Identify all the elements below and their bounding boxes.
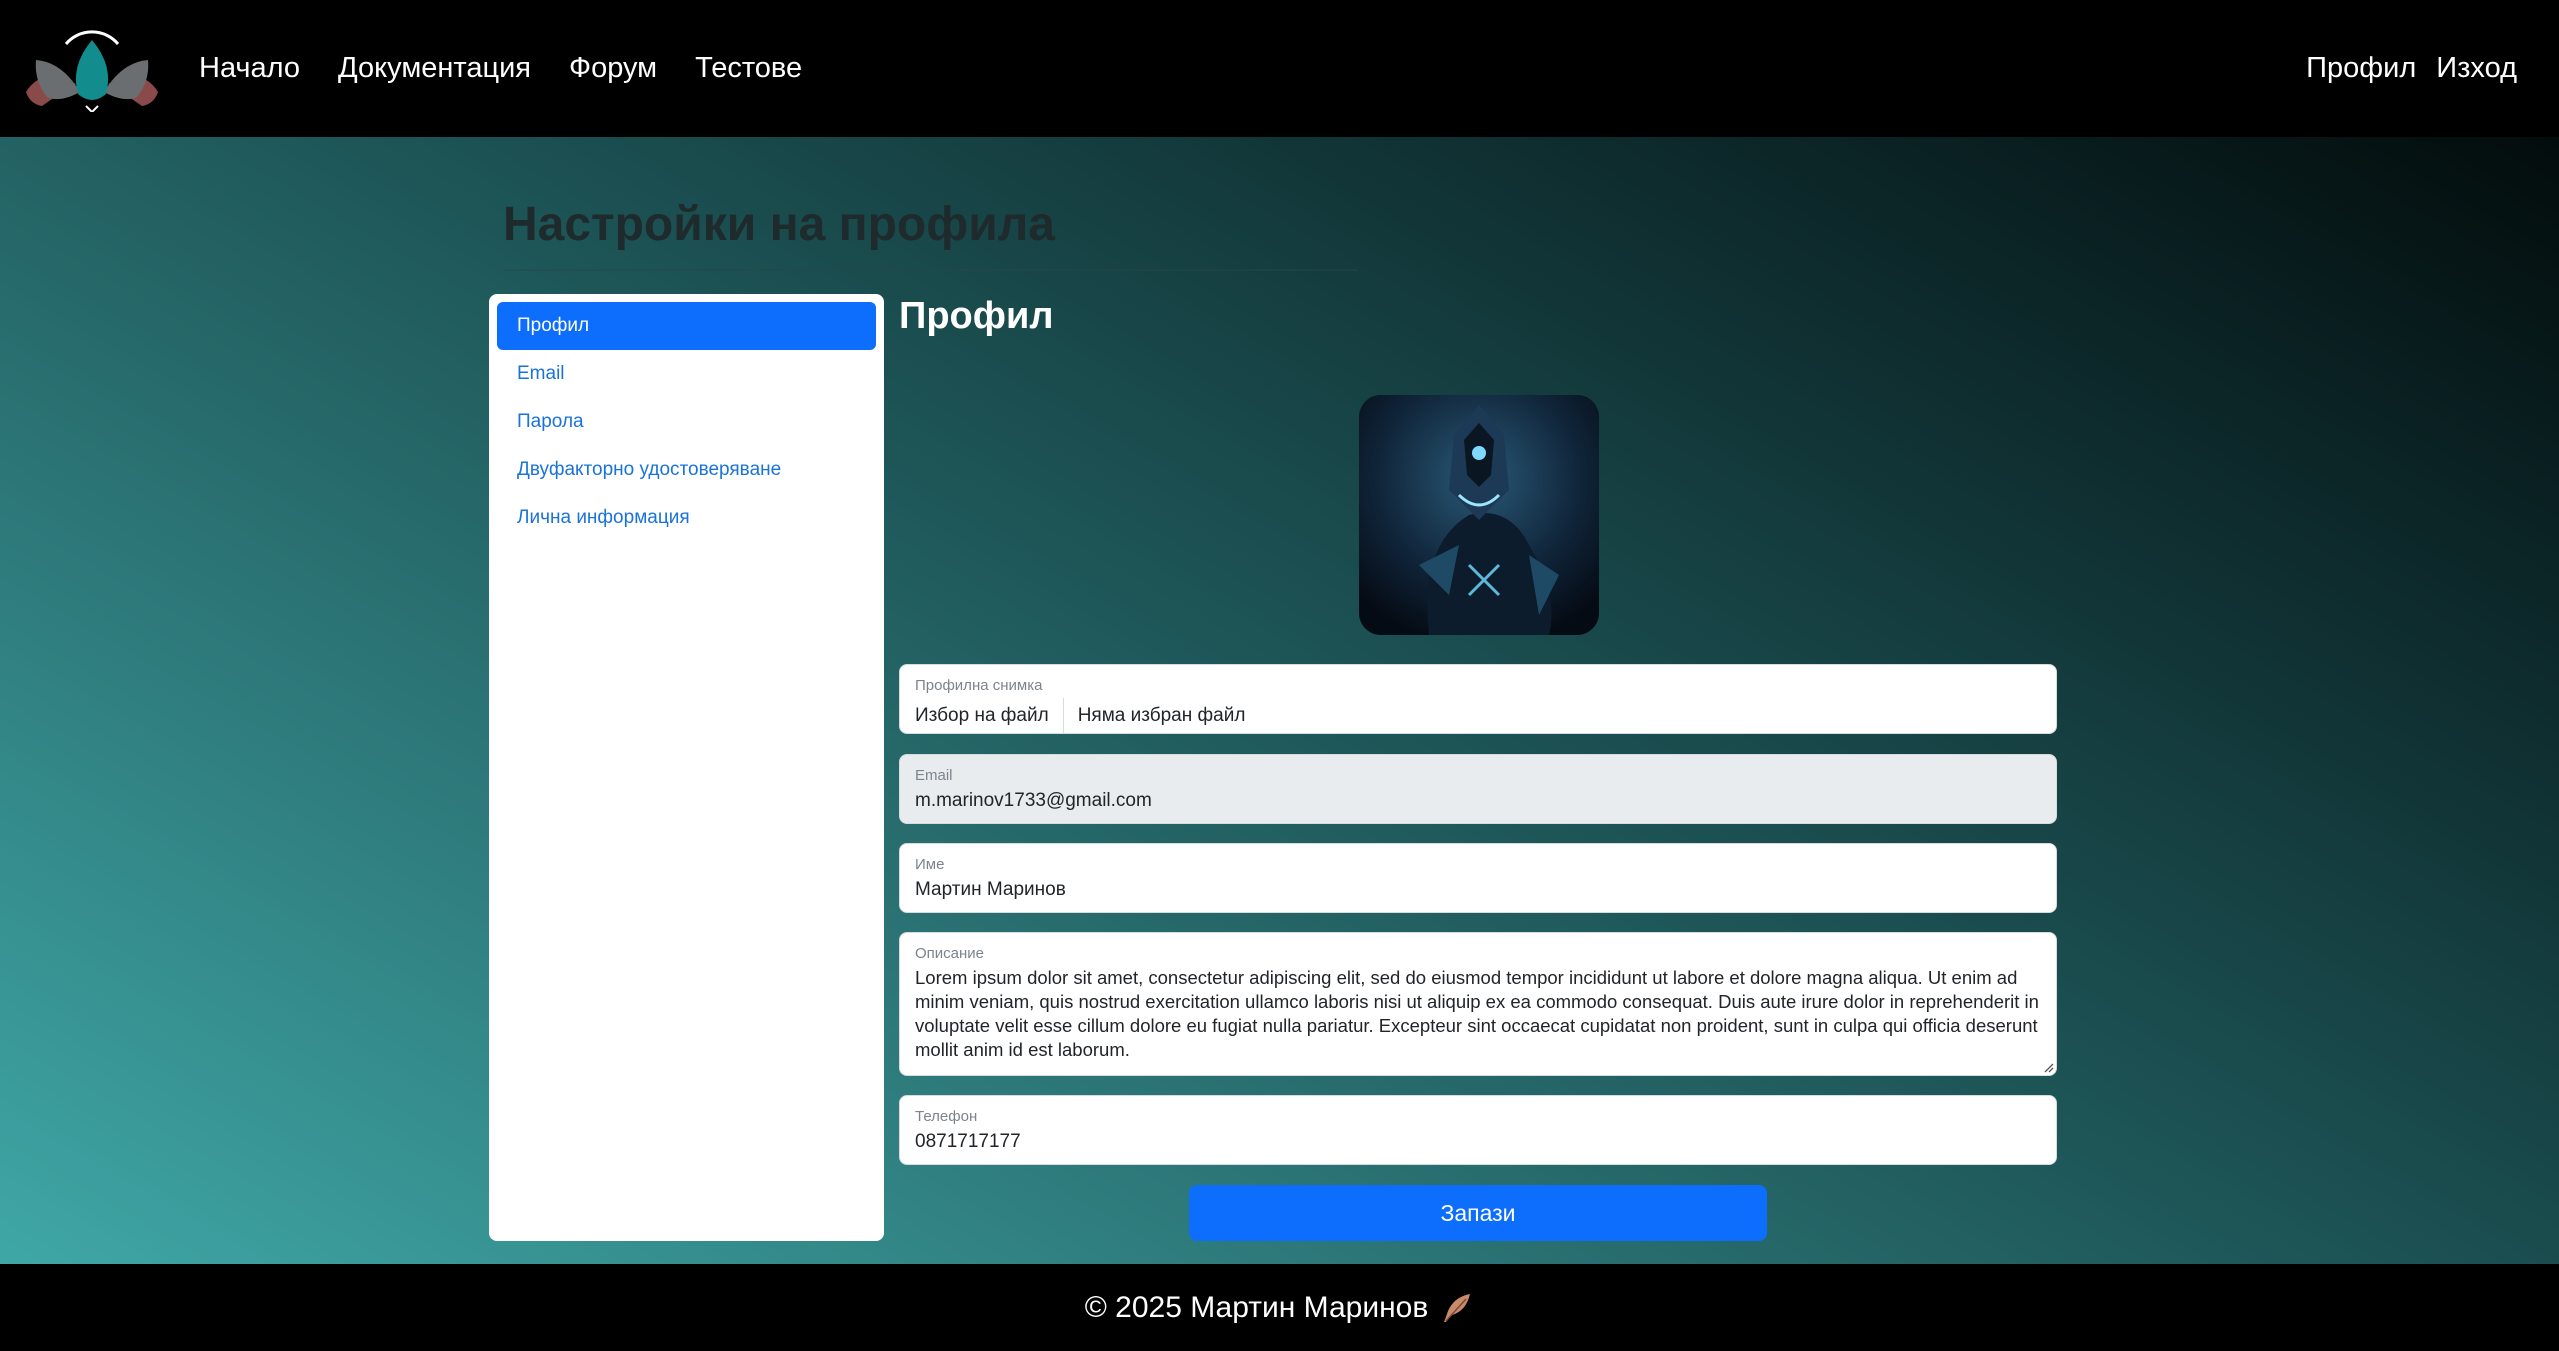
description-value[interactable]: Lorem ipsum dolor sit amet, consectetur … [915, 966, 2041, 1062]
footer-copyright: © 2025 Мартин Маринов [1084, 1290, 1429, 1324]
nav-link-forum[interactable]: Форум [569, 52, 657, 85]
navbar: Начало Документация Форум Тестове Профил… [0, 0, 2559, 137]
section-title: Профил [899, 295, 1054, 337]
footer: © 2025 Мартин Маринов [0, 1264, 2559, 1351]
nav-link-docs[interactable]: Документация [338, 52, 531, 85]
main-nav: Начало Документация Форум Тестове [199, 0, 840, 137]
profile-photo-label: Профилна снимка [915, 677, 1043, 694]
nav-link-logout[interactable]: Изход [2436, 52, 2517, 85]
nav-link-tests[interactable]: Тестове [695, 52, 802, 85]
page-title: Настройки на профила [503, 198, 1055, 251]
avatar-image [1359, 395, 1599, 635]
email-value: m.marinov1733@gmail.com [915, 790, 1152, 811]
nav-link-profile[interactable]: Профил [2306, 52, 2416, 85]
email-label: Email [915, 767, 953, 784]
description-field[interactable]: Описание Lorem ipsum dolor sit amet, con… [899, 932, 2057, 1076]
name-value[interactable]: Мартин Маринов [915, 879, 2041, 901]
settings-sidebar: Профил Email Парола Двуфакторно удостове… [489, 294, 884, 1241]
sidebar-item-two-factor[interactable]: Двуфакторно удостоверяване [497, 446, 876, 494]
sidebar-item-profile[interactable]: Профил [497, 302, 876, 350]
phone-label: Телефон [915, 1108, 978, 1125]
sidebar-item-password[interactable]: Парола [497, 398, 876, 446]
user-nav: Профил Изход [2286, 0, 2517, 137]
title-divider [503, 269, 1358, 271]
sidebar-item-email[interactable]: Email [497, 350, 876, 398]
main-content: Настройки на профила Профил Email Парола… [0, 137, 2559, 1264]
save-button[interactable]: Запази [1189, 1185, 1767, 1241]
resize-handle-icon[interactable] [2042, 1061, 2054, 1073]
profile-photo-field: Профилна снимка Избор на файл Няма избра… [899, 664, 2057, 734]
feather-icon [1444, 1293, 1471, 1322]
avatar [1359, 395, 1599, 635]
lotus-logo-icon[interactable] [22, 26, 162, 112]
nav-link-home[interactable]: Начало [199, 52, 300, 85]
phone-field[interactable]: Телефон 0871717177 [899, 1095, 2057, 1165]
name-label: Име [915, 856, 945, 873]
sidebar-item-personal-info[interactable]: Лична информация [497, 494, 876, 542]
description-label: Описание [915, 945, 985, 962]
name-field[interactable]: Име Мартин Маринов [899, 843, 2057, 913]
file-status: Няма избран файл [1077, 705, 1246, 726]
email-field: Email m.marinov1733@gmail.com [899, 754, 2057, 824]
choose-file-button[interactable]: Избор на файл [915, 698, 1064, 734]
phone-value[interactable]: 0871717177 [915, 1131, 2041, 1153]
